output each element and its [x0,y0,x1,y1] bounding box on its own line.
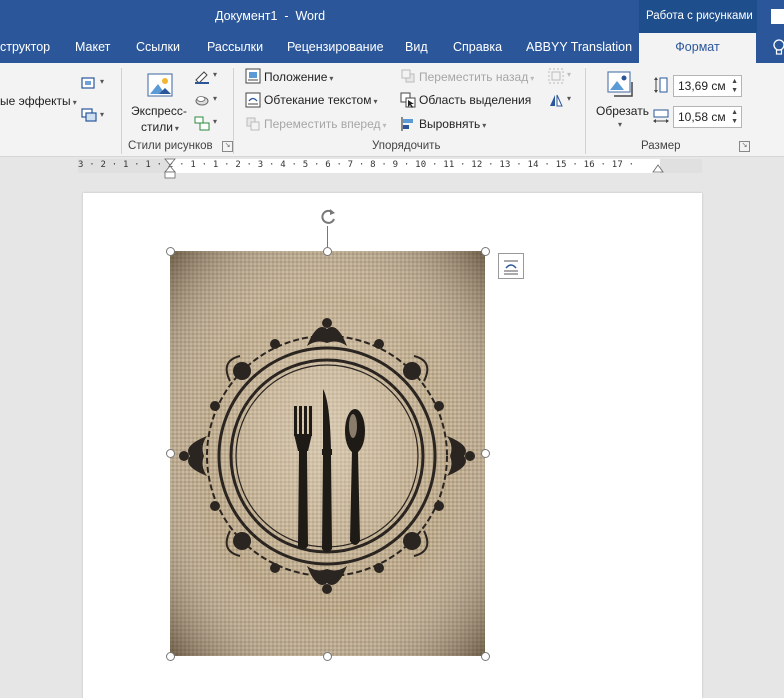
picture-effects-button[interactable]: ые эффекты ▾ [0,94,77,108]
ruler-marks: 3 · 2 · 1 · 1 · 2 · 1 · 1 · 2 · 3 · 4 · … [78,160,635,170]
send-backward-button[interactable]: Переместить назад ▾ [419,70,534,84]
width-icon [653,109,669,123]
resize-handle-left[interactable] [166,449,175,458]
wrap-text-button[interactable]: Обтекание текстом ▾ [264,93,378,107]
resize-handle-top-left[interactable] [166,247,175,256]
picture-effects-icon[interactable] [193,92,211,108]
height-spinner-icon[interactable]: ▲ ▼ [731,77,738,95]
tab-layout[interactable]: Макет [75,40,110,54]
layout-gallery-dropdown-icon[interactable]: ▾ [213,117,217,126]
bring-forward-button[interactable]: Переместить вперед ▾ [264,117,387,131]
express-styles-label-1: Экспресс- [131,104,187,118]
rotate-icon[interactable] [548,92,564,108]
tab-abbyy-translation[interactable]: ABBYY Translation [526,40,632,54]
selection-pane-label[interactable]: Область выделения [419,93,531,107]
height-icon [654,77,668,93]
right-indent-marker-icon[interactable] [652,163,664,173]
position-button[interactable]: Положение ▾ [264,70,333,84]
resize-handle-bottom-left[interactable] [166,652,175,661]
group-separator [585,68,586,154]
tab-view[interactable]: Вид [405,40,428,54]
group-arrange-label: Упорядочить [372,140,441,152]
window-title: Документ1 - Word [215,9,326,23]
border-color-dropdown-icon[interactable]: ▾ [213,70,217,79]
resize-handle-right[interactable] [481,449,490,458]
title-bar-button[interactable] [771,9,784,24]
picture-border-dropdown-icon[interactable]: ▾ [100,77,104,86]
express-styles-label-2: стили [141,120,173,134]
size-launcher-icon[interactable]: ↘ [739,141,750,152]
send-backward-icon[interactable] [400,68,416,84]
height-value: 13,69 см [678,79,726,93]
width-value: 10,58 см [678,110,726,124]
indent-marker-icon[interactable] [164,158,176,180]
tab-help[interactable]: Справка [453,40,502,54]
group-dropdown-icon[interactable]: ▾ [567,70,571,79]
group-size-label: Размер [641,140,681,152]
resize-handle-top[interactable] [323,247,332,256]
group-icon[interactable] [548,68,564,84]
ruler-margin-right [660,159,702,173]
bring-forward-label: Переместить вперед [264,117,381,131]
picture-effects-label: ые эффекты [0,94,71,108]
resize-handle-top-right[interactable] [481,247,490,256]
width-field[interactable]: 10,58 см ▲ ▼ [673,106,742,128]
tab-references[interactable]: Ссылки [136,40,180,54]
picture-border-icon[interactable] [80,76,98,92]
wrap-text-icon[interactable] [245,92,261,108]
express-styles-button[interactable]: стили ▾ [141,120,179,134]
crop-dropdown-icon[interactable]: ▾ [618,120,622,129]
group-picture-styles-label: Стили рисунков [128,140,213,152]
resize-handle-bottom[interactable] [323,652,332,661]
align-label: Выровнять [419,117,481,131]
selected-picture[interactable] [170,251,485,656]
align-icon[interactable] [400,116,416,132]
crop-icon[interactable] [606,70,636,100]
layout-options-icon [504,260,518,275]
height-field[interactable]: 13,69 см ▲ ▼ [673,75,742,97]
tab-review[interactable]: Рецензирование [287,40,384,54]
rotate-dropdown-icon[interactable]: ▾ [567,94,571,103]
picture-layout-dropdown-icon[interactable]: ▾ [100,110,104,119]
picture-styles-launcher-icon[interactable]: ↘ [222,141,233,152]
resize-handle-bottom-right[interactable] [481,652,490,661]
picture-layout-gallery-icon[interactable] [193,115,211,131]
position-icon[interactable] [245,68,261,84]
position-label: Положение [264,70,328,84]
tab-mailings[interactable]: Рассылки [207,40,263,54]
lightbulb-icon[interactable] [772,38,784,58]
wrap-text-label: Обтекание текстом [264,93,372,107]
picture-border-color-icon[interactable] [193,68,211,84]
width-spinner-icon[interactable]: ▲ ▼ [731,108,738,126]
selection-pane-icon[interactable] [400,92,416,108]
context-tab-group-title: Работа с рисунками [646,10,753,22]
bring-forward-icon[interactable] [245,116,261,132]
express-styles-icon[interactable] [145,71,177,101]
layout-options-button[interactable] [498,253,524,279]
picture-layout-icon[interactable] [80,107,98,123]
crop-label[interactable]: Обрезать [596,104,649,118]
effects-dropdown-icon[interactable]: ▾ [213,94,217,103]
group-separator [233,68,234,154]
tab-constructor[interactable]: структор [0,40,50,54]
align-button[interactable]: Выровнять ▾ [419,117,486,131]
tab-format-label: Формат [675,40,720,54]
group-separator [121,68,122,154]
send-backward-label: Переместить назад [419,70,529,84]
rotate-handle-icon[interactable] [318,207,338,227]
